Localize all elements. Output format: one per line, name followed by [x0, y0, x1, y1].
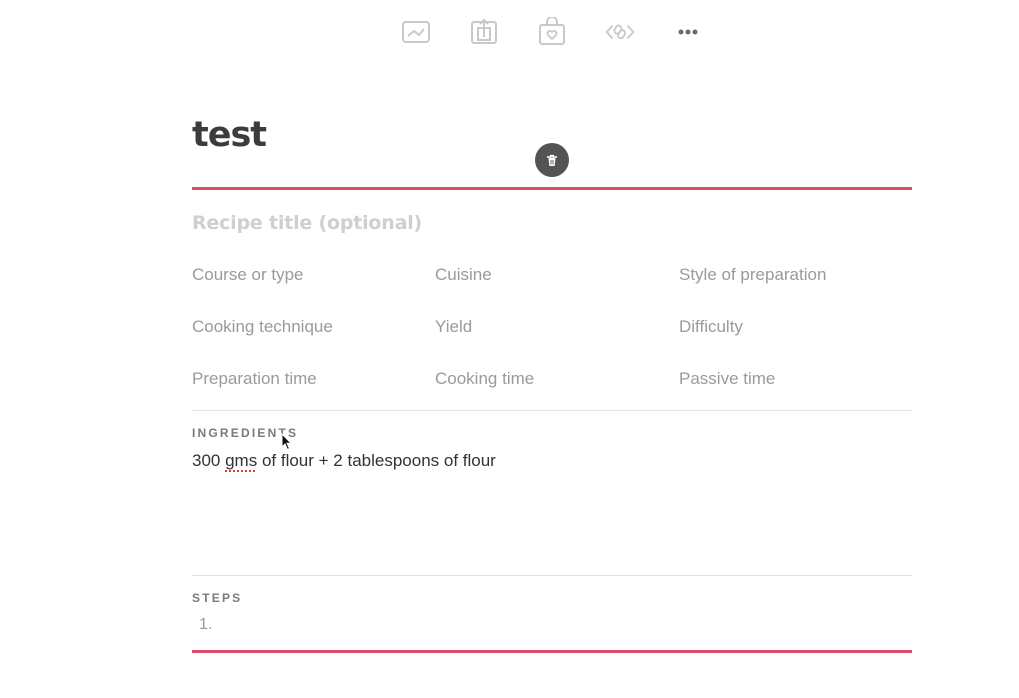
delete-recipe-button[interactable]: [535, 143, 569, 177]
recipe-block-top-border: [192, 187, 912, 190]
misspelled-word[interactable]: gms: [225, 451, 257, 470]
mouse-pointer-icon: [281, 433, 293, 451]
difficulty-field[interactable]: Difficulty: [679, 316, 743, 338]
step-number[interactable]: 1.: [199, 616, 212, 634]
recipe-block-bottom-border: [192, 650, 912, 653]
prep-time-field[interactable]: Preparation time: [192, 368, 317, 390]
course-field[interactable]: Course or type: [192, 264, 304, 286]
divider: [192, 410, 912, 411]
note-title[interactable]: test: [192, 112, 267, 158]
export-icon[interactable]: [469, 17, 499, 47]
cuisine-field[interactable]: Cuisine: [435, 264, 492, 286]
cook-time-field[interactable]: Cooking time: [435, 368, 534, 390]
style-field[interactable]: Style of preparation: [679, 264, 826, 286]
steps-label: STEPS: [192, 591, 243, 605]
passive-time-field[interactable]: Passive time: [679, 368, 775, 390]
ingredient-text-part: of flour + 2 tablespoons of flour: [257, 451, 496, 470]
recipe-title-input[interactable]: Recipe title (optional): [192, 210, 422, 236]
divider: [192, 575, 912, 576]
yield-field[interactable]: Yield: [435, 316, 472, 338]
more-icon[interactable]: [673, 17, 703, 47]
image-icon[interactable]: [401, 17, 431, 47]
link-icon[interactable]: [605, 17, 635, 47]
toolbar: [0, 17, 1019, 47]
shop-bag-icon[interactable]: [537, 17, 567, 47]
technique-field[interactable]: Cooking technique: [192, 316, 333, 338]
trash-icon: [547, 154, 557, 166]
ingredient-text-part: 300: [192, 451, 226, 470]
ingredients-input[interactable]: 300 gms of flour + 2 tablespoons of flou…: [192, 450, 496, 472]
